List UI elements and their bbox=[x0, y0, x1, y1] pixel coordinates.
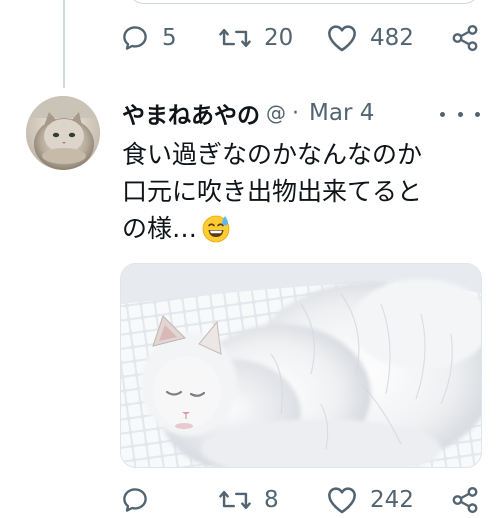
retweet-icon bbox=[218, 23, 252, 53]
prev-reply-count: 5 bbox=[162, 25, 177, 51]
reply-icon bbox=[120, 23, 150, 53]
separator-dot: · bbox=[292, 100, 299, 126]
more-dot-icon bbox=[475, 111, 480, 117]
tweet-text-line: の様… bbox=[122, 214, 198, 243]
tweet-text-line: 食い過ぎなのかなんなのか bbox=[122, 140, 423, 169]
thread-connector-line bbox=[63, 0, 65, 88]
previous-tweet-action-bar: 5 20 482 bbox=[120, 20, 490, 56]
avatar[interactable] bbox=[26, 96, 100, 170]
tweet-text-line-last: の様… bbox=[122, 210, 482, 247]
more-options-button[interactable] bbox=[440, 100, 480, 128]
retweet-icon bbox=[218, 485, 252, 515]
display-name[interactable]: やまねあやの bbox=[122, 96, 260, 130]
tweet-text-line: 口元に吹き出物出来てると bbox=[122, 177, 423, 206]
retweet-count: 8 bbox=[264, 487, 279, 513]
prev-reply-button[interactable]: 5 bbox=[120, 20, 177, 56]
tweet-action-bar: 8 242 bbox=[120, 482, 490, 518]
share-icon bbox=[450, 485, 480, 515]
previous-tweet-media-card[interactable] bbox=[128, 0, 480, 4]
prev-share-button[interactable] bbox=[450, 20, 480, 56]
tweet-text: 食い過ぎなのかなんなのか 口元に吹き出物出来てると の様… bbox=[122, 136, 482, 247]
heart-icon bbox=[326, 23, 358, 53]
prev-like-button[interactable]: 482 bbox=[326, 20, 414, 56]
tweet-media-image[interactable] bbox=[120, 263, 482, 468]
sweat-smile-emoji-icon bbox=[201, 213, 231, 243]
handle[interactable]: @ bbox=[266, 101, 286, 125]
more-dot-icon bbox=[457, 111, 463, 117]
share-button[interactable] bbox=[450, 482, 480, 518]
more-dot-icon bbox=[440, 111, 445, 117]
retweet-button[interactable]: 8 bbox=[218, 482, 279, 518]
prev-retweet-button[interactable]: 20 bbox=[218, 20, 293, 56]
like-button[interactable]: 242 bbox=[326, 482, 414, 518]
cat-photo bbox=[121, 264, 481, 467]
reply-icon bbox=[120, 485, 150, 515]
reply-button[interactable] bbox=[120, 482, 162, 518]
like-count: 242 bbox=[370, 487, 414, 513]
tweet-header: やまねあやの @ · Mar 4 bbox=[122, 96, 374, 130]
prev-like-count: 482 bbox=[370, 25, 414, 51]
heart-icon bbox=[326, 485, 358, 515]
tweet-date[interactable]: Mar 4 bbox=[309, 100, 374, 126]
prev-retweet-count: 20 bbox=[264, 25, 294, 51]
share-icon bbox=[450, 23, 480, 53]
